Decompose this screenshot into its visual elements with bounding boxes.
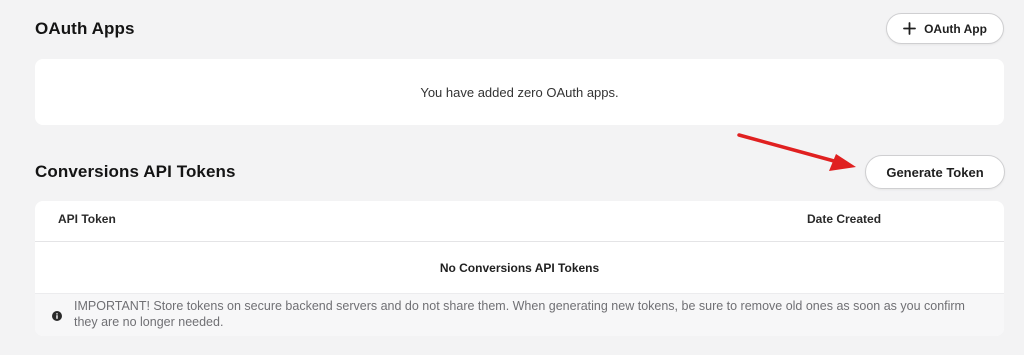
important-notice: IMPORTANT! Store tokens on secure backen…: [35, 293, 1004, 336]
red-arrow-icon: [737, 133, 856, 171]
table-header: API Token Date Created: [35, 201, 1004, 242]
info-icon: [52, 308, 62, 326]
table-empty-row: No Conversions API Tokens: [35, 242, 1004, 293]
generate-token-label: Generate Token: [886, 164, 984, 180]
column-header-date-created: Date Created: [807, 212, 882, 226]
oauth-empty-message: You have added zero OAuth apps.: [420, 84, 619, 100]
oauth-apps-title: OAuth Apps: [35, 19, 135, 38]
conversions-api-tokens-title: Conversions API Tokens: [35, 162, 236, 181]
column-header-api-token: API Token: [58, 212, 116, 226]
conversions-tokens-card: API Token Date Created No Conversions AP…: [35, 201, 1004, 336]
tokens-empty-message: No Conversions API Tokens: [439, 260, 600, 275]
add-oauth-app-button[interactable]: OAuth App: [886, 13, 1004, 44]
plus-icon: [903, 22, 916, 35]
generate-token-button[interactable]: Generate Token: [865, 155, 1005, 189]
oauth-apps-card: You have added zero OAuth apps.: [35, 59, 1004, 125]
notice-text: IMPORTANT! Store tokens on secure backen…: [74, 299, 965, 329]
add-oauth-app-label: OAuth App: [924, 21, 987, 36]
